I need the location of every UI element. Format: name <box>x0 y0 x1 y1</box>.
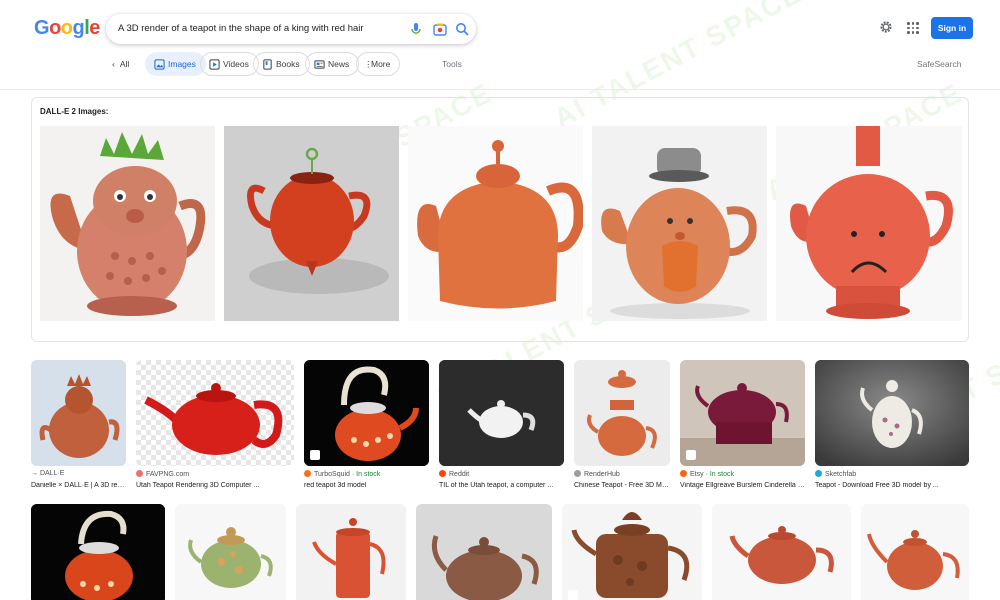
tools-button[interactable]: Tools <box>442 52 462 76</box>
dalle-image-4[interactable] <box>592 126 767 321</box>
teapot-face-image <box>31 360 126 466</box>
red-dotted-teapot-image <box>31 504 165 600</box>
result-source[interactable]: FAVPNG.com <box>136 470 189 478</box>
result-card-14[interactable] <box>861 504 969 600</box>
result-source[interactable]: TurboSquid · In stock <box>304 470 380 478</box>
result-source[interactable]: Reddit <box>439 470 469 478</box>
video-icon <box>209 59 220 70</box>
result-caption[interactable]: Vintage Ellgreave Burslem Cinderella 3..… <box>680 482 805 489</box>
result-caption[interactable]: Teapot - Download Free 3D model by ... <box>815 482 969 489</box>
result-card-9[interactable] <box>175 504 286 600</box>
result-thumbnail[interactable] <box>712 504 851 600</box>
dalle-image-5[interactable] <box>776 126 962 321</box>
tag-icon <box>310 450 320 460</box>
search-icon[interactable] <box>454 21 470 37</box>
purple-teapot-image <box>680 360 805 466</box>
search-box[interactable]: A 3D render of a teapot in the shape of … <box>106 14 476 44</box>
brown-clay-teapot-image <box>416 504 552 600</box>
gear-icon[interactable] <box>879 20 893 34</box>
result-card-1[interactable]: → DALL·E Danielle × DALL·E | A 3D rend..… <box>31 360 126 500</box>
result-thumbnail[interactable] <box>31 360 126 466</box>
dalle-images-panel: DALL-E 2 Images: <box>31 97 969 342</box>
result-thumbnail[interactable] <box>136 360 294 466</box>
search-input[interactable]: A 3D render of a teapot in the shape of … <box>118 23 364 34</box>
result-card-7[interactable]: Sketchfab Teapot - Download Free 3D mode… <box>815 360 969 500</box>
utah-teapot-red-image <box>136 360 294 466</box>
book-icon <box>263 59 272 70</box>
result-card-13[interactable] <box>712 504 851 600</box>
result-thumbnail[interactable] <box>680 360 805 466</box>
result-thumbnail[interactable] <box>31 504 165 600</box>
result-source[interactable]: Etsy · In stock <box>680 470 734 478</box>
green-marbled-teapot-image <box>175 504 286 600</box>
tab-videos[interactable]: Videos <box>200 52 259 76</box>
result-thumbnail[interactable] <box>439 360 564 466</box>
dalle-image-2[interactable] <box>224 126 399 321</box>
dalle-image-1[interactable] <box>40 126 215 321</box>
result-thumbnail[interactable] <box>574 360 670 466</box>
microphone-icon[interactable] <box>408 21 424 37</box>
result-thumbnail[interactable] <box>416 504 552 600</box>
result-thumbnail[interactable] <box>304 360 429 466</box>
result-source[interactable]: → DALL·E <box>31 470 64 477</box>
result-card-5[interactable]: RenderHub Chinese Teapot - Free 3D Mo... <box>574 360 670 500</box>
result-card-2[interactable]: FAVPNG.com Utah Teapot Rendering 3D Comp… <box>136 360 294 500</box>
dalle-image-3[interactable] <box>408 126 583 321</box>
tag-icon <box>568 590 578 600</box>
sign-in-button[interactable]: Sign in <box>931 17 973 39</box>
header: Google A 3D render of a teapot in the sh… <box>0 0 1000 90</box>
news-icon <box>314 60 325 69</box>
tab-all[interactable]: ‹ All <box>112 52 129 76</box>
google-logo[interactable]: Google <box>34 17 100 40</box>
result-caption[interactable]: Danielle × DALL·E | A 3D rend... <box>31 482 126 489</box>
white-utah-teapot-image <box>439 360 564 466</box>
result-card-10[interactable] <box>296 504 406 600</box>
tab-news[interactable]: News <box>305 52 360 76</box>
result-caption[interactable]: Chinese Teapot - Free 3D Mo... <box>574 482 670 489</box>
carved-clay-teapot-image <box>562 504 702 600</box>
red-teapot-image <box>224 126 399 321</box>
tab-books[interactable]: Books <box>253 52 310 76</box>
teapot-king-image <box>40 126 215 321</box>
result-source[interactable]: RenderHub <box>574 470 620 478</box>
result-caption[interactable]: Utah Teapot Rendering 3D Computer ... <box>136 482 294 489</box>
sad-teapot-image <box>776 126 962 321</box>
image-icon <box>154 59 165 70</box>
search-nav: ‹ All Images Videos Books News ⋮ More To… <box>0 52 1000 76</box>
result-thumbnail[interactable] <box>815 360 969 466</box>
red-teapot-handle-image <box>304 360 429 466</box>
result-card-4[interactable]: Reddit TIL of the Utah teapot, a compute… <box>439 360 564 500</box>
result-card-8[interactable] <box>31 504 165 600</box>
result-thumbnail[interactable] <box>861 504 969 600</box>
orange-teapot-2-image <box>861 504 969 600</box>
orange-teapot-image <box>408 126 583 321</box>
safesearch-button[interactable]: SafeSearch <box>917 52 961 76</box>
tab-images[interactable]: Images <box>145 52 206 76</box>
round-red-teapot-image <box>712 504 851 600</box>
tall-red-teapot-image <box>296 504 406 600</box>
chevron-left-icon: ‹ <box>112 59 115 69</box>
result-thumbnail[interactable] <box>175 504 286 600</box>
result-card-6[interactable]: Etsy · In stock Vintage Ellgreave Bursle… <box>680 360 805 500</box>
result-thumbnail[interactable] <box>562 504 702 600</box>
chinese-teapot-image <box>574 360 670 466</box>
tab-more[interactable]: ⋮ More <box>356 52 401 76</box>
result-card-3[interactable]: TurboSquid · In stock red teapot 3d mode… <box>304 360 429 500</box>
dalle-panel-title: DALL-E 2 Images: <box>40 107 109 116</box>
result-thumbnail[interactable] <box>296 504 406 600</box>
result-caption[interactable]: TIL of the Utah teapot, a computer ... <box>439 482 564 489</box>
apps-grid-icon[interactable] <box>907 22 919 34</box>
camera-lens-icon[interactable] <box>432 21 448 37</box>
more-icon: ⋮ <box>364 59 373 69</box>
tag-icon <box>686 450 696 460</box>
result-card-11[interactable] <box>416 504 552 600</box>
porcelain-teapot-image <box>815 360 969 466</box>
result-card-12[interactable] <box>562 504 702 600</box>
mustache-teapot-image <box>592 126 767 321</box>
result-caption[interactable]: red teapot 3d model <box>304 482 429 489</box>
result-source[interactable]: Sketchfab <box>815 470 856 478</box>
